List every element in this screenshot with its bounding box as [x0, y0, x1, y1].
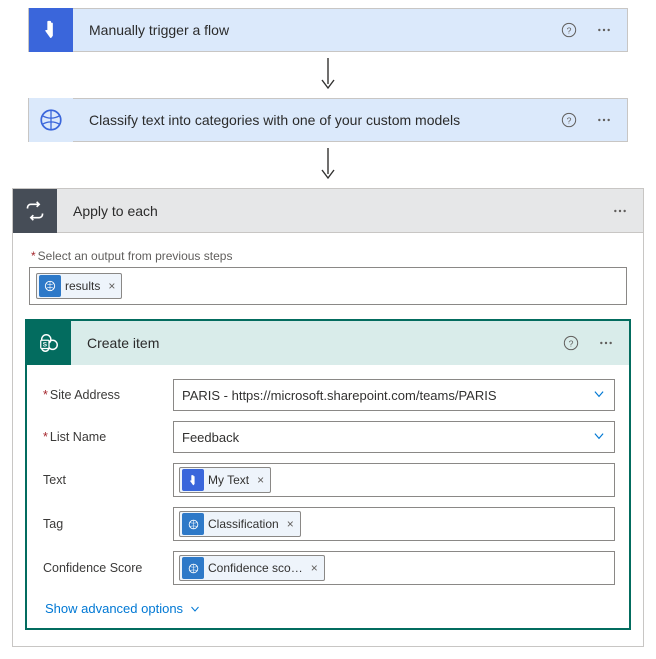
more-icon[interactable] — [595, 22, 613, 38]
step-classify-text[interactable]: Classify text into categories with one o… — [28, 98, 628, 142]
sharepoint-icon: S — [27, 321, 71, 365]
chevron-down-icon — [592, 387, 606, 404]
step-manual-trigger[interactable]: Manually trigger a flow ? — [28, 8, 628, 52]
site-address-label: *Site Address — [41, 388, 173, 402]
row-text: Text My Text × — [41, 463, 615, 497]
confidence-label: Confidence Score — [41, 561, 173, 575]
token-confidence[interactable]: Confidence sco… × — [179, 555, 325, 581]
token-remove-icon[interactable]: × — [106, 279, 121, 293]
ai-token-icon — [182, 557, 204, 579]
apply-to-each-header[interactable]: Apply to each — [13, 189, 643, 233]
token-label: results — [63, 279, 106, 293]
arrow-connector — [8, 148, 648, 182]
create-item-action: S Create item ? *Site Address PARIS - h — [25, 319, 631, 630]
chevron-down-icon — [189, 603, 201, 615]
svg-text:?: ? — [569, 338, 574, 348]
row-site-address: *Site Address PARIS - https://microsoft.… — [41, 379, 615, 411]
token-mytext[interactable]: My Text × — [179, 467, 271, 493]
help-icon[interactable]: ? — [561, 22, 577, 38]
more-icon[interactable] — [597, 335, 615, 351]
loop-icon — [13, 189, 57, 233]
output-select-input[interactable]: results × — [29, 267, 627, 305]
output-select-label: *Select an output from previous steps — [31, 249, 631, 263]
more-icon[interactable] — [611, 203, 629, 219]
trigger-icon — [29, 8, 73, 52]
tag-label: Tag — [41, 517, 173, 531]
loop-title: Apply to each — [57, 203, 611, 219]
token-remove-icon[interactable]: × — [285, 517, 300, 531]
arrow-connector — [8, 58, 648, 92]
show-advanced-options[interactable]: Show advanced options — [41, 595, 205, 618]
svg-text:?: ? — [567, 25, 572, 35]
token-remove-icon[interactable]: × — [255, 473, 270, 487]
token-results[interactable]: results × — [36, 273, 122, 299]
apply-to-each-container: Apply to each *Select an output from pre… — [12, 188, 644, 647]
ai-icon — [29, 98, 73, 142]
token-classification[interactable]: Classification × — [179, 511, 301, 537]
help-icon[interactable]: ? — [561, 112, 577, 128]
trigger-token-icon — [182, 469, 204, 491]
step-title: Classify text into categories with one o… — [73, 112, 561, 128]
chevron-down-icon — [592, 429, 606, 446]
svg-text:S: S — [43, 342, 48, 349]
list-name-select[interactable]: Feedback — [173, 421, 615, 453]
site-address-select[interactable]: PARIS - https://microsoft.sharepoint.com… — [173, 379, 615, 411]
help-icon[interactable]: ? — [563, 335, 579, 351]
text-input[interactable]: My Text × — [173, 463, 615, 497]
step-title: Manually trigger a flow — [73, 22, 561, 38]
ai-token-icon — [182, 513, 204, 535]
row-confidence: Confidence Score Confidence sco… × — [41, 551, 615, 585]
ai-token-icon — [39, 275, 61, 297]
text-label: Text — [41, 473, 173, 487]
row-tag: Tag Classification × — [41, 507, 615, 541]
confidence-input[interactable]: Confidence sco… × — [173, 551, 615, 585]
list-name-label: *List Name — [41, 430, 173, 444]
token-remove-icon[interactable]: × — [309, 561, 324, 575]
svg-text:?: ? — [567, 115, 572, 125]
create-item-title: Create item — [71, 335, 563, 351]
tag-input[interactable]: Classification × — [173, 507, 615, 541]
row-list-name: *List Name Feedback — [41, 421, 615, 453]
more-icon[interactable] — [595, 112, 613, 128]
create-item-header[interactable]: S Create item ? — [27, 321, 629, 365]
